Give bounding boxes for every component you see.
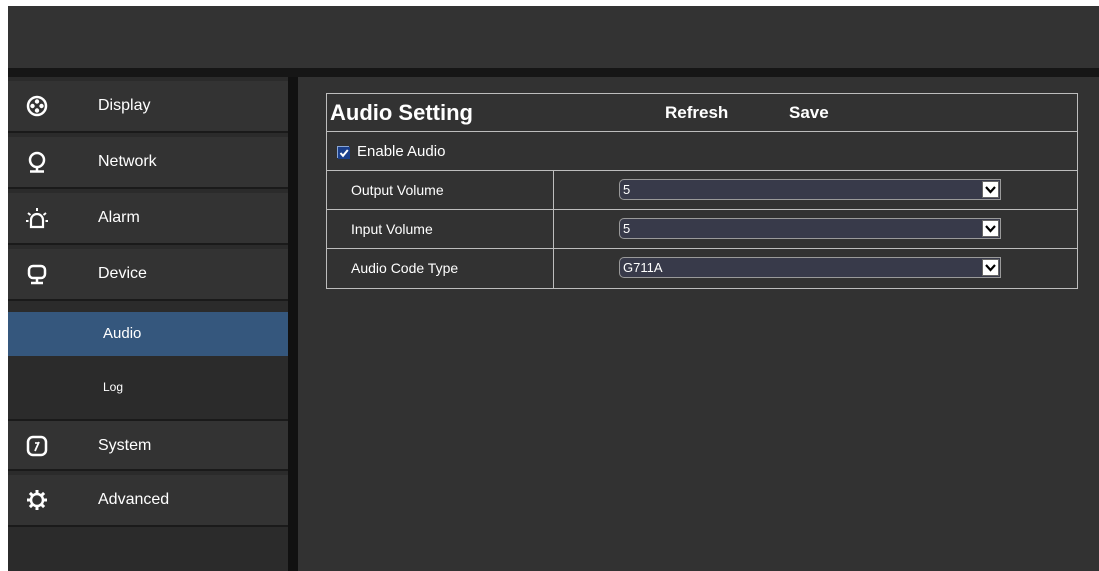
- clock-icon: [26, 435, 48, 457]
- top-bar: [8, 6, 1099, 68]
- sidebar-item-label: Device: [98, 265, 147, 282]
- main-content: Audio Setting Refresh Save Enable Audio …: [298, 77, 1099, 571]
- alarm-light-icon: [26, 207, 48, 229]
- enable-audio-row: Enable Audio: [327, 132, 1077, 171]
- app-window: Display Network Alarm Device Audio Log S…: [8, 6, 1099, 571]
- sidebar-item-device[interactable]: Device: [8, 249, 288, 301]
- monitor-icon: [26, 263, 48, 285]
- sidebar-subitem-audio[interactable]: Audio: [8, 312, 288, 356]
- sidebar-item-label: Advanced: [98, 491, 170, 508]
- chevron-down-icon: [982, 181, 999, 198]
- save-button[interactable]: Save: [789, 103, 829, 123]
- column-divider: [553, 210, 554, 248]
- sidebar-divider: [288, 77, 298, 571]
- sidebar-item-display[interactable]: Display: [8, 81, 288, 133]
- top-bar-divider: [8, 68, 1099, 77]
- sidebar-subitem-label: Log: [103, 380, 124, 394]
- sidebar-subitem-label: Audio: [103, 325, 142, 342]
- input-volume-select[interactable]: 5: [619, 218, 1001, 239]
- network-icon: [26, 151, 48, 173]
- sidebar: Display Network Alarm Device Audio Log S…: [8, 77, 288, 571]
- sidebar-subitem-log[interactable]: Log: [8, 361, 288, 413]
- gear-icon: [26, 489, 48, 511]
- sidebar-item-advanced[interactable]: Advanced: [8, 475, 288, 527]
- audio-code-type-label: Audio Code Type: [351, 260, 459, 276]
- input-volume-value: 5: [623, 221, 631, 236]
- enable-audio-label: Enable Audio: [357, 143, 446, 160]
- chevron-down-icon: [982, 259, 999, 276]
- chevron-down-icon: [982, 220, 999, 237]
- audio-settings-panel: Audio Setting Refresh Save Enable Audio …: [326, 93, 1078, 289]
- output-volume-select[interactable]: 5: [619, 179, 1001, 200]
- input-volume-row: Input Volume 5: [327, 210, 1077, 249]
- output-volume-value: 5: [623, 182, 631, 197]
- sidebar-item-system[interactable]: System: [8, 419, 288, 471]
- sidebar-item-network[interactable]: Network: [8, 137, 288, 189]
- output-volume-row: Output Volume 5: [327, 171, 1077, 210]
- audio-code-type-select[interactable]: G711A: [619, 257, 1001, 278]
- column-divider: [553, 171, 554, 209]
- input-volume-label: Input Volume: [351, 221, 433, 237]
- column-divider: [553, 249, 554, 288]
- enable-audio-checkbox[interactable]: [337, 146, 350, 159]
- output-volume-label: Output Volume: [351, 182, 444, 198]
- sidebar-item-label: System: [98, 437, 152, 454]
- panel-header: Audio Setting Refresh Save: [327, 94, 1077, 132]
- audio-code-type-value: G711A: [623, 260, 663, 275]
- page-title: Audio Setting: [330, 100, 473, 125]
- sidebar-item-label: Display: [98, 97, 151, 114]
- refresh-button[interactable]: Refresh: [665, 103, 728, 123]
- checkmark-icon: [338, 147, 350, 159]
- sidebar-item-label: Alarm: [98, 209, 140, 226]
- film-reel-icon: [26, 95, 48, 117]
- audio-code-type-row: Audio Code Type G711A: [327, 249, 1077, 288]
- sidebar-item-label: Network: [98, 153, 157, 170]
- sidebar-item-alarm[interactable]: Alarm: [8, 193, 288, 245]
